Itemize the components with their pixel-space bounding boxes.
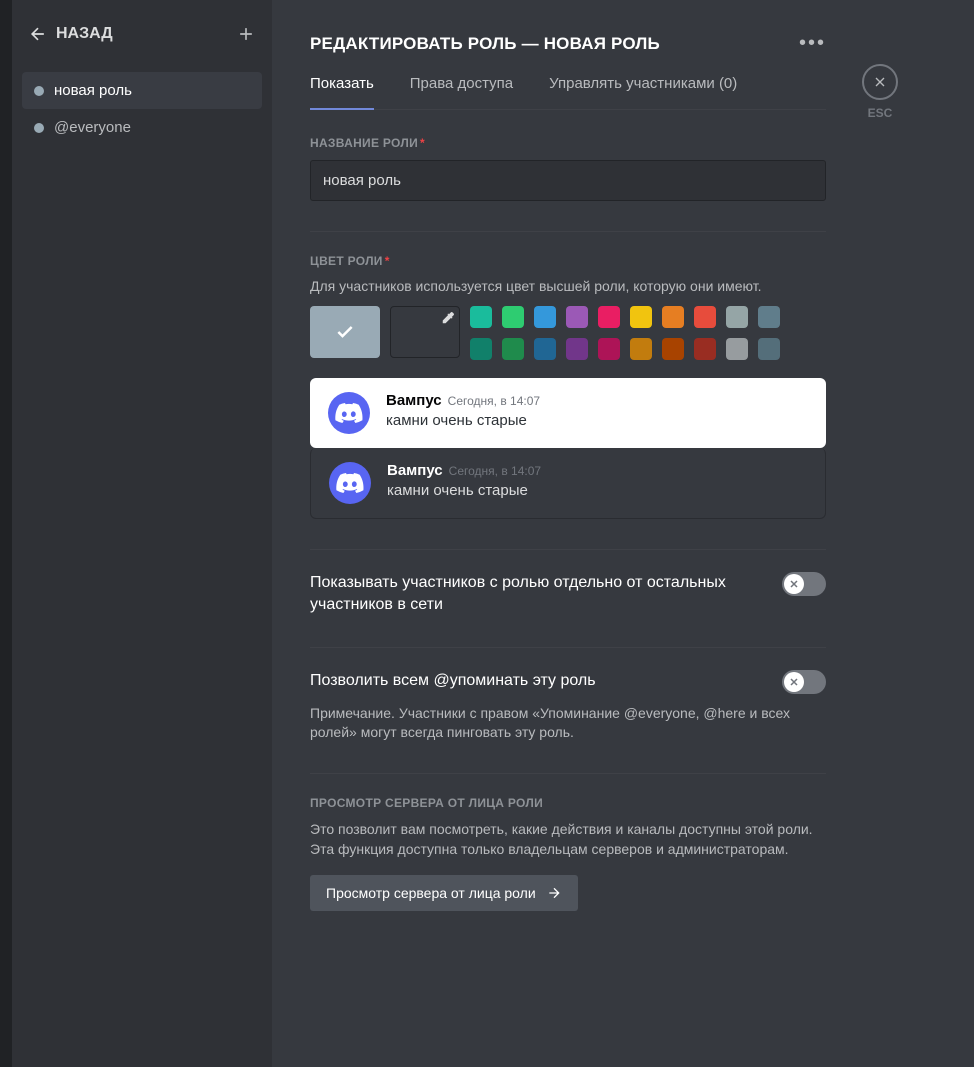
color-swatch[interactable] [534, 338, 556, 360]
role-list-item[interactable]: новая роль [22, 72, 262, 109]
tab-members[interactable]: Управлять участниками (0) [549, 75, 737, 109]
required-star: * [385, 254, 390, 268]
preview-timestamp: Сегодня, в 14:07 [449, 464, 541, 478]
color-swatch[interactable] [502, 338, 524, 360]
view-as-role-label: Просмотр сервера от лица роли [326, 885, 536, 901]
color-preview: Вампус Сегодня, в 14:07 камни очень стары… [310, 378, 826, 519]
color-picker [310, 306, 826, 360]
color-swatch[interactable] [694, 338, 716, 360]
color-swatch[interactable] [598, 338, 620, 360]
x-icon [788, 676, 800, 688]
x-icon [788, 578, 800, 590]
esc-label: ESC [868, 106, 893, 120]
back-button[interactable]: НАЗАД [28, 24, 113, 44]
arrow-left-icon [28, 24, 48, 44]
avatar [328, 392, 370, 434]
guild-rail [0, 0, 12, 1067]
preview-dark: Вампус Сегодня, в 14:07 камни очень стары… [310, 448, 826, 519]
role-name-label: НАЗВАНИЕ РОЛИ* [310, 136, 826, 150]
color-swatch[interactable] [566, 338, 588, 360]
back-label: НАЗАД [56, 25, 113, 43]
preview-username: Вампус [387, 462, 443, 479]
color-swatch[interactable] [598, 306, 620, 328]
toggle-knob [784, 574, 804, 594]
color-swatch[interactable] [758, 338, 780, 360]
color-swatch[interactable] [534, 306, 556, 328]
mentionable-setting: Позволить всем @упоминать эту роль [310, 670, 826, 694]
hoist-setting: Показывать участников с ролью отдельно о… [310, 572, 826, 617]
role-color-dot [34, 86, 44, 96]
main-header: РЕДАКТИРОВАТЬ РОЛЬ — НОВАЯ РОЛЬ ••• [310, 32, 826, 55]
color-swatch[interactable] [470, 306, 492, 328]
roles-sidebar: НАЗАД новая роль @everyone [12, 0, 272, 1067]
role-list-label: @everyone [54, 119, 131, 136]
color-swatch[interactable] [662, 306, 684, 328]
color-swatch[interactable] [726, 306, 748, 328]
hoist-title: Показывать участников с ролью отдельно о… [310, 572, 762, 617]
color-swatch[interactable] [630, 338, 652, 360]
tab-permissions[interactable]: Права доступа [410, 75, 513, 109]
tabs: Показать Права доступа Управлять участни… [310, 75, 826, 110]
more-options-button[interactable]: ••• [799, 32, 826, 55]
divider [310, 231, 826, 232]
default-color-swatch[interactable] [310, 306, 380, 358]
color-swatch[interactable] [470, 338, 492, 360]
color-grid [470, 306, 780, 360]
mentionable-toggle[interactable] [782, 670, 826, 694]
color-swatch[interactable] [662, 338, 684, 360]
color-swatch[interactable] [630, 306, 652, 328]
hoist-toggle[interactable] [782, 572, 826, 596]
role-color-label: ЦВЕТ РОЛИ* [310, 254, 826, 268]
preview-timestamp: Сегодня, в 14:07 [448, 394, 540, 408]
add-role-button[interactable] [236, 24, 256, 44]
tab-display[interactable]: Показать [310, 75, 374, 110]
preview-text: камни очень старые [387, 482, 541, 499]
role-name-input[interactable] [310, 160, 826, 201]
required-star: * [420, 136, 425, 150]
color-swatch[interactable] [758, 306, 780, 328]
clyde-icon [336, 469, 364, 497]
close-column: ESC [862, 64, 898, 120]
view-as-desc: Это позволит вам посмотреть, какие дейст… [310, 820, 826, 859]
mentionable-title: Позволить всем @упоминать эту роль [310, 670, 596, 692]
color-swatch[interactable] [694, 306, 716, 328]
preview-username: Вампус [386, 392, 442, 409]
color-swatch[interactable] [566, 306, 588, 328]
close-icon [872, 74, 888, 90]
preview-msg: Вампус Сегодня, в 14:07 камни очень стары… [387, 462, 541, 499]
toggle-knob [784, 672, 804, 692]
role-color-dot [34, 123, 44, 133]
role-color-helper: Для участников используется цвет высшей … [310, 278, 826, 294]
custom-color-swatch[interactable] [390, 306, 460, 358]
arrow-right-icon [546, 885, 562, 901]
view-as-heading: ПРОСМОТР СЕРВЕРА ОТ ЛИЦА РОЛИ [310, 796, 826, 810]
close-button[interactable] [862, 64, 898, 100]
preview-light: Вампус Сегодня, в 14:07 камни очень стары… [310, 378, 826, 448]
clyde-icon [335, 399, 363, 427]
view-as-role-button[interactable]: Просмотр сервера от лица роли [310, 875, 578, 911]
eyedropper-icon [441, 311, 455, 325]
check-icon [335, 322, 355, 342]
page-title: РЕДАКТИРОВАТЬ РОЛЬ — НОВАЯ РОЛЬ [310, 34, 660, 54]
color-swatch[interactable] [726, 338, 748, 360]
main-content: ESC РЕДАКТИРОВАТЬ РОЛЬ — НОВАЯ РОЛЬ ••• … [272, 0, 974, 921]
role-list-item[interactable]: @everyone [22, 109, 262, 146]
role-list: новая роль @everyone [22, 72, 262, 146]
color-swatch[interactable] [502, 306, 524, 328]
mentionable-note: Примечание. Участники с правом «Упоминан… [310, 704, 826, 743]
sidebar-header: НАЗАД [22, 24, 262, 58]
divider [310, 549, 826, 550]
role-list-label: новая роль [54, 82, 132, 99]
divider [310, 773, 826, 774]
avatar [329, 462, 371, 504]
preview-msg: Вампус Сегодня, в 14:07 камни очень стары… [386, 392, 540, 429]
preview-text: камни очень старые [386, 412, 540, 429]
divider [310, 647, 826, 648]
